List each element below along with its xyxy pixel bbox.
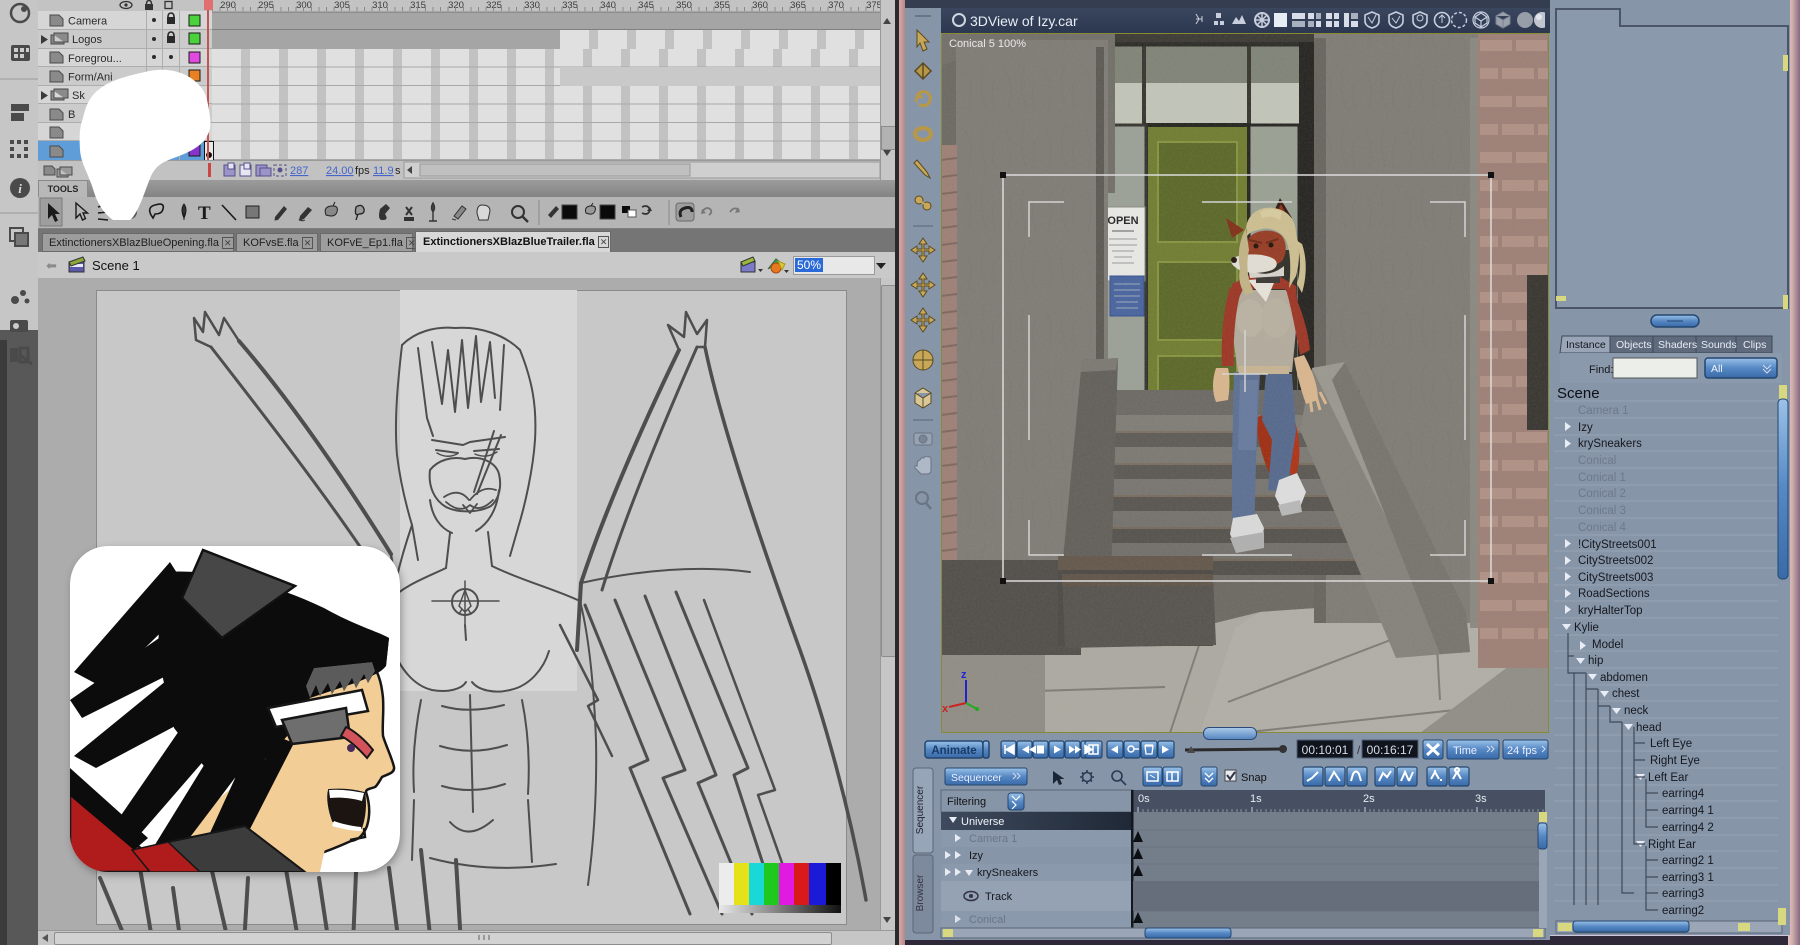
svg-text:Conical: Conical — [1578, 455, 1616, 467]
svg-text:Instance: Instance — [1566, 339, 1606, 351]
svg-text:Conical: Conical — [969, 914, 1006, 926]
svg-text:Conical 5 100%: Conical 5 100% — [949, 38, 1026, 50]
svg-text:Left Ear: Left Ear — [1648, 772, 1688, 784]
svg-text:Conical 3: Conical 3 — [1578, 505, 1626, 517]
svg-text:Camera: Camera — [68, 16, 108, 28]
svg-text:Foregrou...: Foregrou... — [68, 53, 122, 65]
svg-text:Right Ear: Right Ear — [1648, 839, 1696, 851]
svg-text:Sounds: Sounds — [1701, 339, 1737, 351]
svg-text:abdomen: abdomen — [1600, 672, 1648, 684]
svg-text:Time: Time — [1453, 745, 1477, 757]
svg-text:00:16:17: 00:16:17 — [1367, 743, 1414, 757]
svg-text:earring2 1: earring2 1 — [1662, 855, 1714, 867]
svg-text:CityStreets002: CityStreets002 — [1578, 555, 1653, 567]
svg-text:Logos: Logos — [72, 34, 102, 46]
svg-text:Objects: Objects — [1616, 339, 1652, 351]
svg-text:Sequencer: Sequencer — [915, 785, 926, 834]
svg-text:i: i — [18, 181, 22, 196]
svg-text:Right Eye: Right Eye — [1650, 755, 1700, 767]
svg-text:Izy: Izy — [969, 850, 984, 862]
svg-text:11.9: 11.9 — [373, 165, 394, 177]
svg-text:earring4 1: earring4 1 — [1662, 805, 1714, 817]
svg-text:Model: Model — [1592, 639, 1623, 651]
svg-text:s: s — [395, 165, 401, 177]
svg-text:krySneakers: krySneakers — [977, 867, 1039, 879]
svg-text:Kylie: Kylie — [1574, 622, 1599, 634]
svg-text:Universe: Universe — [961, 816, 1004, 828]
svg-text:CityStreets003: CityStreets003 — [1578, 572, 1653, 584]
svg-text:3s: 3s — [1475, 793, 1487, 805]
svg-text:Left Eye: Left Eye — [1650, 738, 1692, 750]
svg-text:Snap: Snap — [1241, 772, 1267, 784]
svg-text:neck: neck — [1624, 705, 1649, 717]
svg-text:Filtering: Filtering — [947, 796, 986, 808]
svg-text:z: z — [961, 669, 967, 681]
svg-text:hip: hip — [1588, 655, 1603, 667]
svg-text:0s: 0s — [1138, 793, 1150, 805]
svg-text:earring3: earring3 — [1662, 888, 1704, 900]
svg-text:head: head — [1636, 722, 1662, 734]
svg-text:/: / — [1357, 743, 1361, 757]
svg-text:287: 287 — [290, 165, 308, 177]
svg-text:Camera 1: Camera 1 — [969, 833, 1017, 845]
svg-text:krySneakers: krySneakers — [1578, 438, 1642, 450]
svg-text:Camera 1: Camera 1 — [1578, 405, 1629, 417]
svg-text:Shaders: Shaders — [1658, 339, 1697, 351]
svg-text:Sequencer: Sequencer — [951, 772, 1002, 784]
svg-text:Animate: Animate — [931, 745, 976, 757]
svg-text:Browser: Browser — [915, 874, 926, 911]
svg-text:RoadSections: RoadSections — [1578, 588, 1650, 600]
svg-text:Conical 2: Conical 2 — [1578, 488, 1626, 500]
svg-text:1s: 1s — [1250, 793, 1262, 805]
svg-text:Conical 4: Conical 4 — [1578, 522, 1627, 534]
svg-text:fps: fps — [355, 165, 370, 177]
svg-text:Scene: Scene — [1557, 385, 1600, 402]
svg-text:Find:: Find: — [1589, 364, 1613, 376]
svg-text:earring4: earring4 — [1662, 788, 1705, 800]
svg-text:chest: chest — [1612, 688, 1640, 700]
svg-text:x: x — [942, 703, 949, 715]
svg-text:earring3 1: earring3 1 — [1662, 872, 1714, 884]
svg-text:earring4 2: earring4 2 — [1662, 822, 1714, 834]
svg-text:24.00: 24.00 — [326, 165, 354, 177]
svg-text:Conical 1: Conical 1 — [1578, 472, 1626, 484]
svg-text:Clips: Clips — [1743, 339, 1766, 351]
svg-text:24 fps: 24 fps — [1507, 745, 1537, 757]
svg-text:!CityStreets001: !CityStreets001 — [1578, 539, 1657, 551]
svg-text:Track: Track — [985, 891, 1013, 903]
svg-text:Izy: Izy — [1578, 422, 1593, 434]
svg-text:earring2: earring2 — [1662, 905, 1704, 917]
svg-text:kryHalterTop: kryHalterTop — [1578, 605, 1643, 617]
svg-text:All: All — [1711, 363, 1723, 375]
svg-text:00:10:01: 00:10:01 — [1302, 743, 1349, 757]
svg-text:2s: 2s — [1363, 793, 1375, 805]
